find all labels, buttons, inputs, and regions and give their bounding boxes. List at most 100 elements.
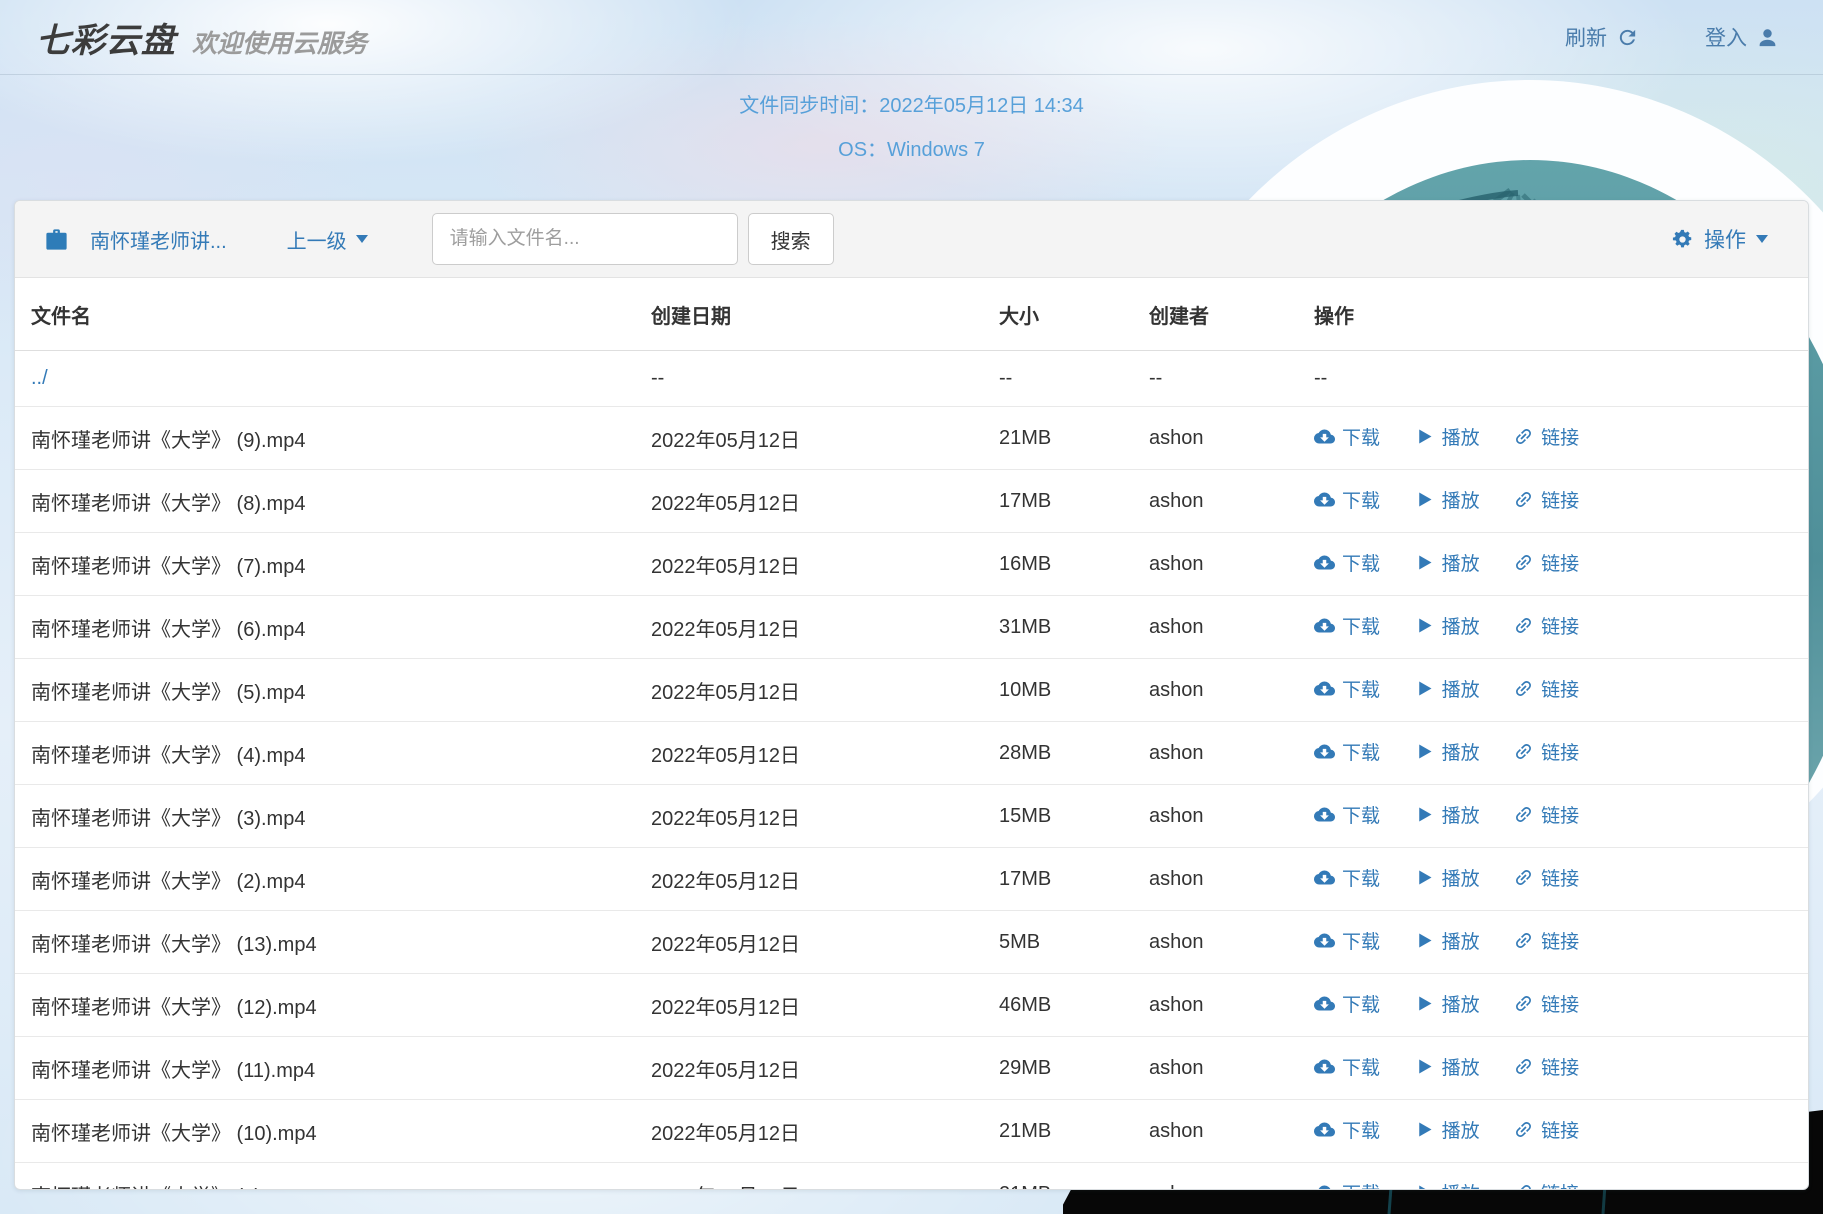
download-link[interactable]: 下载 — [1314, 864, 1380, 891]
download-link[interactable]: 下载 — [1314, 1179, 1380, 1190]
play-icon — [1414, 741, 1435, 762]
up-level-dropdown[interactable]: 上一级 — [287, 225, 368, 254]
login-button[interactable]: 登入 — [1705, 22, 1779, 52]
refresh-button[interactable]: 刷新 — [1565, 22, 1639, 52]
link-icon — [1509, 737, 1539, 767]
share-link[interactable]: 链接 — [1513, 1116, 1579, 1143]
file-actions: 下载 播放 链接 — [1298, 785, 1808, 848]
play-link[interactable]: 播放 — [1414, 990, 1480, 1017]
download-link[interactable]: 下载 — [1314, 549, 1380, 576]
file-name: 南怀瑾老师讲《大学》 (9).mp4 — [15, 407, 635, 470]
file-creator: ashon — [1133, 596, 1298, 659]
share-link[interactable]: 链接 — [1513, 864, 1579, 891]
play-link[interactable]: 播放 — [1414, 1053, 1480, 1080]
file-actions: 下载 播放 链接 — [1298, 1037, 1808, 1100]
download-link[interactable]: 下载 — [1314, 990, 1380, 1017]
search-input[interactable] — [432, 213, 738, 265]
file-creator: ashon — [1133, 659, 1298, 722]
play-link[interactable]: 播放 — [1414, 801, 1480, 828]
file-name: 南怀瑾老师讲《大学》 (2).mp4 — [15, 848, 635, 911]
share-link[interactable]: 链接 — [1513, 1179, 1579, 1190]
file-name: 南怀瑾老师讲《大学》 (12).mp4 — [15, 974, 635, 1037]
play-link[interactable]: 播放 — [1414, 927, 1480, 954]
file-creator: ashon — [1133, 1163, 1298, 1191]
download-link[interactable]: 下载 — [1314, 1053, 1380, 1080]
os-line: OS：Windows 7 — [0, 133, 1823, 162]
file-size: 5MB — [983, 911, 1133, 974]
actions-menu-label: 操作 — [1704, 224, 1746, 254]
file-size: 17MB — [983, 848, 1133, 911]
file-creator: ashon — [1133, 974, 1298, 1037]
play-link[interactable]: 播放 — [1414, 549, 1480, 576]
link-icon — [1509, 1052, 1539, 1082]
play-link[interactable]: 播放 — [1414, 486, 1480, 513]
download-link[interactable]: 下载 — [1314, 612, 1380, 639]
play-link[interactable]: 播放 — [1414, 612, 1480, 639]
file-date: 2022年05月12日 — [635, 1163, 983, 1191]
file-size: 29MB — [983, 1037, 1133, 1100]
column-header-actions: 操作 — [1298, 278, 1808, 351]
share-link[interactable]: 链接 — [1513, 990, 1579, 1017]
download-link[interactable]: 下载 — [1314, 1116, 1380, 1143]
file-size: 28MB — [983, 722, 1133, 785]
share-link[interactable]: 链接 — [1513, 486, 1579, 513]
table-row: 南怀瑾老师讲《大学》 (4).mp4 2022年05月12日 28MB asho… — [15, 722, 1808, 785]
share-link[interactable]: 链接 — [1513, 675, 1579, 702]
actions-dropdown[interactable]: 操作 — [1671, 224, 1768, 254]
share-link[interactable]: 链接 — [1513, 423, 1579, 450]
play-link[interactable]: 播放 — [1414, 864, 1480, 891]
file-actions: 下载 播放 链接 — [1298, 596, 1808, 659]
table-row: 南怀瑾老师讲《大学》 (11).mp4 2022年05月12日 29MB ash… — [15, 1037, 1808, 1100]
share-link[interactable]: 链接 — [1513, 738, 1579, 765]
share-link[interactable]: 链接 — [1513, 927, 1579, 954]
file-creator: ashon — [1133, 470, 1298, 533]
download-link[interactable]: 下载 — [1314, 927, 1380, 954]
file-date: 2022年05月12日 — [635, 848, 983, 911]
file-size: 21MB — [983, 1163, 1133, 1191]
user-icon — [1756, 26, 1779, 49]
link-icon — [1509, 926, 1539, 956]
play-link[interactable]: 播放 — [1414, 1179, 1480, 1190]
table-row: 南怀瑾老师讲《大学》 (10).mp4 2022年05月12日 21MB ash… — [15, 1100, 1808, 1163]
file-creator: ashon — [1133, 722, 1298, 785]
table-row: 南怀瑾老师讲《大学》 (6).mp4 2022年05月12日 31MB asho… — [15, 596, 1808, 659]
file-name: 南怀瑾老师讲《大学》 (11).mp4 — [15, 1037, 635, 1100]
play-icon — [1414, 930, 1435, 951]
sync-time-value: 2022年05月12日 14:34 — [879, 95, 1084, 117]
play-link[interactable]: 播放 — [1414, 423, 1480, 450]
share-link[interactable]: 链接 — [1513, 801, 1579, 828]
play-link[interactable]: 播放 — [1414, 675, 1480, 702]
play-icon — [1414, 615, 1435, 636]
file-creator: ashon — [1133, 1037, 1298, 1100]
play-link[interactable]: 播放 — [1414, 738, 1480, 765]
login-label: 登入 — [1705, 22, 1747, 52]
file-date: 2022年05月12日 — [635, 1037, 983, 1100]
share-link[interactable]: 链接 — [1513, 1053, 1579, 1080]
download-link[interactable]: 下载 — [1314, 423, 1380, 450]
play-link[interactable]: 播放 — [1414, 1116, 1480, 1143]
cloud-download-icon — [1314, 930, 1335, 951]
share-link[interactable]: 链接 — [1513, 549, 1579, 576]
file-actions: 下载 播放 链接 — [1298, 848, 1808, 911]
current-folder-breadcrumb[interactable]: 南怀瑾老师讲... — [90, 225, 227, 254]
file-name: 南怀瑾老师讲《大学》 (1).mp4 — [15, 1163, 635, 1191]
file-actions: 下载 播放 链接 — [1298, 470, 1808, 533]
search-button[interactable]: 搜索 — [748, 213, 834, 265]
parent-row-creator: -- — [1133, 351, 1298, 407]
file-actions: 下载 播放 链接 — [1298, 974, 1808, 1037]
download-link[interactable]: 下载 — [1314, 738, 1380, 765]
parent-directory-link[interactable]: ../ — [31, 367, 48, 389]
cloud-download-icon — [1314, 741, 1335, 762]
cloud-download-icon — [1314, 867, 1335, 888]
download-link[interactable]: 下载 — [1314, 801, 1380, 828]
file-name: 南怀瑾老师讲《大学》 (5).mp4 — [15, 659, 635, 722]
download-link[interactable]: 下载 — [1314, 486, 1380, 513]
download-link[interactable]: 下载 — [1314, 675, 1380, 702]
link-icon — [1509, 1178, 1539, 1190]
share-link[interactable]: 链接 — [1513, 612, 1579, 639]
refresh-icon — [1616, 26, 1639, 49]
column-header-date: 创建日期 — [635, 278, 983, 351]
column-header-size: 大小 — [983, 278, 1133, 351]
parent-row-size: -- — [983, 351, 1133, 407]
table-row: 南怀瑾老师讲《大学》 (12).mp4 2022年05月12日 46MB ash… — [15, 974, 1808, 1037]
